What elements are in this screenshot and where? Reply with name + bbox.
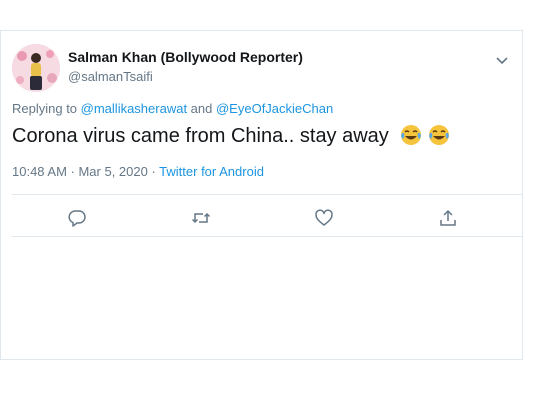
face-with-tears-of-joy-icon xyxy=(400,124,422,146)
more-options-chevron-down-icon[interactable] xyxy=(494,53,510,65)
replying-and: and xyxy=(187,101,216,116)
reply-mention-1[interactable]: @mallikasherawat xyxy=(81,101,187,116)
replying-to: Replying to @mallikasherawat and @EyeOfJ… xyxy=(12,101,333,116)
share-icon[interactable] xyxy=(436,206,460,230)
author-handle[interactable]: @salmanTsaifi xyxy=(68,69,153,84)
retweet-icon[interactable] xyxy=(189,206,213,230)
avatar-image xyxy=(12,44,60,92)
author-name[interactable]: Salman Khan (Bollywood Reporter) xyxy=(68,49,303,65)
tweet-text-line: Corona virus came from China.. stay away xyxy=(12,124,450,148)
divider xyxy=(12,194,522,195)
face-with-tears-of-joy-icon xyxy=(428,124,450,146)
tweet-source[interactable]: Twitter for Android xyxy=(159,164,264,179)
tweet-text: Corona virus came from China.. stay away xyxy=(12,125,389,147)
like-icon[interactable] xyxy=(312,206,336,230)
action-bar xyxy=(1,206,522,230)
divider xyxy=(12,236,522,237)
reply-icon[interactable] xyxy=(65,206,89,230)
timestamp[interactable]: 10:48 AM · Mar 5, 2020 · xyxy=(12,164,159,179)
tweet-meta: 10:48 AM · Mar 5, 2020 · Twitter for And… xyxy=(12,164,264,179)
tweet-card: Salman Khan (Bollywood Reporter) @salman… xyxy=(0,30,523,360)
replying-prefix: Replying to xyxy=(12,101,81,116)
avatar[interactable] xyxy=(12,44,60,92)
reply-mention-2[interactable]: @EyeOfJackieChan xyxy=(216,101,333,116)
